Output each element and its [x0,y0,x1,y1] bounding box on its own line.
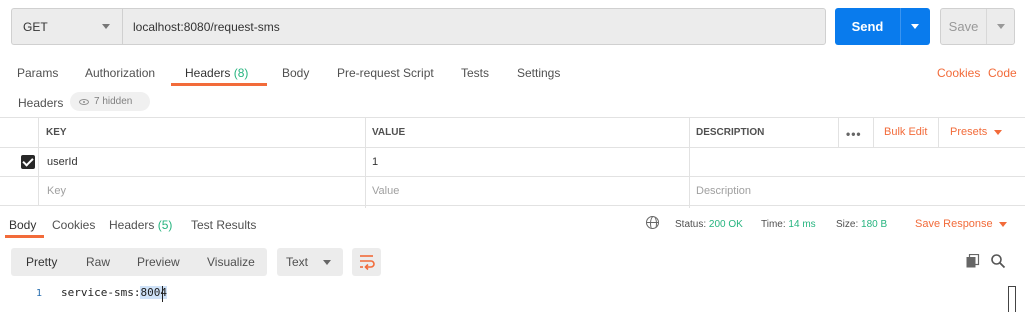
search-icon[interactable] [990,253,1006,269]
scrollbar-thumb[interactable] [1008,286,1016,312]
chevron-down-icon [323,260,331,265]
time-readout: Time: 14 ms [761,219,816,230]
hidden-headers-label: 7 hidden [94,96,133,107]
save-response-label: Save Response [915,218,993,230]
response-tab-test-results[interactable]: Test Results [191,218,256,232]
column-divider [38,147,39,176]
response-tab-body[interactable]: Body [9,218,36,232]
copy-icon[interactable] [966,254,980,268]
presets-label: Presets [950,126,988,138]
tab-tests[interactable]: Tests [461,66,489,80]
view-mode-group: Pretty Raw Preview Visualize [11,248,267,276]
active-tab-indicator [171,83,267,86]
headers-section-title: Headers [18,96,64,110]
tab-prerequest-script[interactable]: Pre-request Script [337,66,434,80]
tab-headers-label: Headers [185,66,231,80]
active-response-tab-indicator [5,235,44,238]
header-value-cell[interactable]: 1 [372,147,378,176]
table-row: userId 1 [0,147,1025,177]
header-key-cell[interactable]: userId [47,147,78,176]
response-tab-headers-label: Headers [109,218,155,232]
response-tab-cookies[interactable]: Cookies [52,218,95,232]
view-pretty-button[interactable]: Pretty [26,248,57,276]
presets-dropdown[interactable]: Presets [950,126,1003,138]
column-divider [38,118,39,147]
checkbox-checked-icon[interactable] [21,155,35,169]
response-tab-headers[interactable]: Headers (5) [109,218,172,232]
wrap-lines-button[interactable] [352,248,381,276]
chevron-down-icon [102,24,110,29]
code-link[interactable]: Code [988,66,1017,80]
column-divider [38,176,39,205]
format-select[interactable]: Text [277,248,343,276]
method-select[interactable]: GET [11,8,122,45]
status-value: 200 OK [708,219,743,230]
view-preview-button[interactable]: Preview [137,248,180,276]
url-text: localhost:8080/request-sms [133,19,280,34]
globe-icon[interactable] [646,216,659,229]
column-divider [938,118,939,147]
time-value: 14 ms [788,219,816,230]
save-response-dropdown[interactable]: Save Response [915,218,1007,230]
chevron-down-icon [994,129,1003,135]
tab-params[interactable]: Params [17,66,58,80]
header-description-cell[interactable] [696,147,1016,176]
chevron-down-icon[interactable] [911,24,919,29]
cookies-link[interactable]: Cookies [937,66,980,80]
text-cursor [162,286,163,302]
view-raw-button[interactable]: Raw [86,248,110,276]
save-divider [986,9,987,44]
hidden-headers-toggle[interactable]: 7 hidden [70,92,150,111]
tab-headers[interactable]: Headers (8) [185,66,248,80]
size-readout: Size: 180 B [836,219,887,230]
tab-headers-count: (8) [233,66,249,80]
save-label: Save [948,19,979,34]
wrap-lines-icon [360,255,375,271]
headers-table: KEY VALUE DESCRIPTION ••• Bulk Edit Pres… [0,117,1025,208]
size-value: 180 B [861,219,888,230]
url-input[interactable]: localhost:8080/request-sms [122,8,826,45]
tab-authorization[interactable]: Authorization [85,66,155,80]
column-divider [873,118,874,147]
method-label: GET [23,19,48,34]
size-label: Size: [836,219,859,230]
chevron-down-icon[interactable] [997,24,1005,29]
column-header-description: DESCRIPTION [696,127,765,138]
status-readout: Status: 200 OK [675,219,743,230]
line-number: 1 [35,288,42,299]
column-header-value: VALUE [372,127,406,138]
save-button[interactable]: Save [940,8,1015,45]
column-header-key: KEY [46,127,67,138]
time-label: Time: [761,219,786,230]
bulk-edit-button[interactable]: Bulk Edit [884,126,927,138]
eye-icon [79,98,89,105]
new-key-input[interactable]: Key [47,176,66,205]
format-label: Text [286,255,309,269]
send-divider [900,8,901,45]
tab-settings[interactable]: Settings [517,66,560,80]
send-label: Send [851,19,884,34]
view-visualize-button[interactable]: Visualize [207,248,255,276]
response-tab-headers-count: (5) [157,218,173,232]
send-button[interactable]: Send [835,8,930,45]
status-label: Status: [675,219,707,230]
selected-text: 8004 [140,286,167,299]
tab-body[interactable]: Body [282,66,309,80]
new-description-input[interactable]: Description [696,176,751,205]
chevron-down-icon [998,221,1007,227]
column-divider [838,118,839,147]
table-row-new: Key Value Description [0,176,1025,206]
more-options-icon[interactable]: ••• [846,127,862,141]
response-body-text[interactable]: service-sms:8004 [61,286,167,299]
new-value-input[interactable]: Value [372,176,399,205]
table-header-row: KEY VALUE DESCRIPTION ••• Bulk Edit Pres… [0,118,1025,148]
response-body-prefix: service-sms: [61,286,141,299]
